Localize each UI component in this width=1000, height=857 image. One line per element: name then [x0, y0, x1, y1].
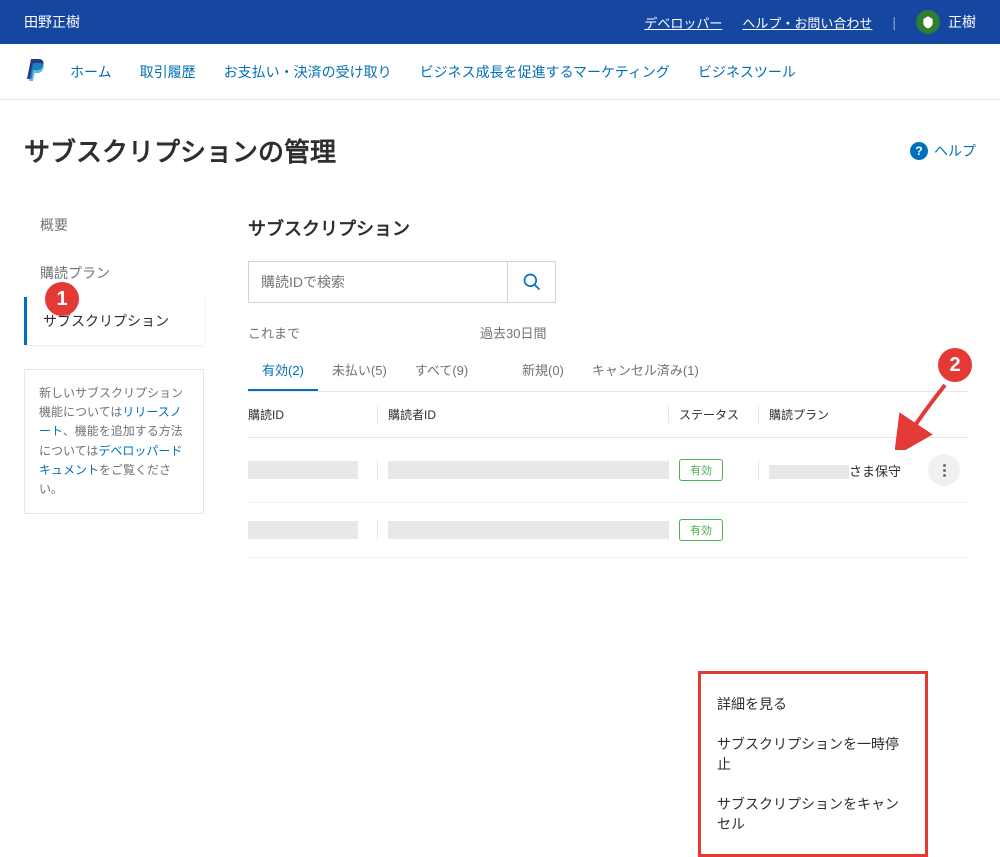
tab-active[interactable]: 有効(2) — [248, 350, 318, 391]
content-layout: 概要 購読プラン サブスクリプション 新しいサブスクリプション機能についてはリリ… — [24, 201, 976, 558]
sidebar-note: 新しいサブスクリプション機能についてはリリースノート、機能を追加する方法について… — [24, 369, 204, 514]
dropdown-menu: 詳細を見る サブスクリプションを一時停止 サブスクリプションをキャンセル — [698, 671, 928, 857]
tab-all[interactable]: すべて(9) — [401, 350, 482, 391]
tabs-container: これまで 過去30日間 有効(2) 未払い(5) すべて(9) 新規(0) キャ… — [228, 323, 988, 392]
nav-tools[interactable]: ビジネスツール — [698, 62, 796, 82]
tabs-group-left: 有効(2) 未払い(5) すべて(9) — [248, 350, 508, 391]
nav-links: ホーム 取引履歴 お支払い・決済の受け取り ビジネス成長を促進するマーケティング… — [70, 62, 796, 82]
divider: | — [892, 14, 896, 30]
nav-home[interactable]: ホーム — [70, 62, 112, 82]
help-icon: ? — [910, 142, 928, 160]
tab-new[interactable]: 新規(0) — [508, 350, 578, 391]
redacted-plan — [769, 465, 849, 479]
redacted-sub-id — [248, 521, 358, 539]
status-badge: 有効 — [679, 459, 723, 481]
status-badge: 有効 — [679, 519, 723, 541]
annotation-badge-2: 2 — [938, 348, 972, 382]
paypal-logo-icon[interactable] — [24, 59, 46, 85]
sidebar-item-overview[interactable]: 概要 — [24, 201, 204, 249]
search-row — [228, 261, 988, 323]
redacted-sub-id — [248, 461, 358, 479]
search-input[interactable] — [248, 261, 508, 303]
main-content: サブスクリプション これまで 過去30日間 有効(2) 未払い(5) すべて( — [228, 201, 988, 558]
col-header-sub-id: 購読ID — [248, 406, 378, 423]
help-contact-link[interactable]: ヘルプ・お問い合わせ — [742, 13, 872, 32]
account-name: 田野正樹 — [24, 12, 80, 32]
redacted-buyer-id — [388, 521, 668, 539]
nav-bar: ホーム 取引履歴 お支払い・決済の受け取り ビジネス成長を促進するマーケティング… — [0, 44, 1000, 100]
dropdown-cancel[interactable]: サブスクリプションをキャンセル — [701, 784, 925, 844]
annotation-badge-1: 1 — [45, 282, 79, 316]
tabs-row: 有効(2) 未払い(5) すべて(9) 新規(0) キャンセル済み(1) — [248, 350, 968, 392]
dropdown-pause[interactable]: サブスクリプションを一時停止 — [701, 724, 925, 784]
tab-unpaid[interactable]: 未払い(5) — [318, 350, 401, 391]
tabs-header-left: これまで — [248, 323, 300, 342]
sidebar: 概要 購読プラン サブスクリプション 新しいサブスクリプション機能についてはリリ… — [24, 201, 204, 558]
tabs-header: これまで 過去30日間 — [248, 323, 968, 350]
nav-payments[interactable]: お支払い・決済の受け取り — [224, 62, 392, 82]
col-header-buyer-id: 購読者ID — [378, 406, 668, 423]
search-icon — [522, 272, 542, 292]
header-right: デベロッパー ヘルプ・お問い合わせ | 正樹 — [644, 10, 976, 34]
nav-transactions[interactable]: 取引履歴 — [140, 62, 196, 82]
search-button[interactable] — [508, 261, 556, 303]
page-container: サブスクリプションの管理 ? ヘルプ 概要 購読プラン サブスクリプション 新し… — [0, 100, 1000, 590]
help-link[interactable]: ? ヘルプ — [910, 141, 976, 161]
table-header: 購読ID 購読者ID ステータス 購読プラン — [248, 392, 968, 438]
tab-cancelled[interactable]: キャンセル済み(1) — [578, 350, 713, 391]
nav-marketing[interactable]: ビジネス成長を促進するマーケティング — [420, 62, 670, 82]
top-header: 田野正樹 デベロッパー ヘルプ・お問い合わせ | 正樹 — [0, 0, 1000, 44]
page-title: サブスクリプションの管理 — [24, 132, 336, 169]
user-badge[interactable]: 正樹 — [916, 10, 976, 34]
table-row[interactable]: 有効 さま保守 — [248, 438, 968, 503]
developer-link[interactable]: デベロッパー — [644, 13, 722, 32]
tabs-group-right: 新規(0) キャンセル済み(1) — [508, 350, 713, 391]
user-avatar-icon — [916, 10, 940, 34]
annotation-arrow — [895, 380, 955, 453]
col-header-status: ステータス — [668, 406, 758, 423]
help-label: ヘルプ — [934, 141, 976, 161]
table: 購読ID 購読者ID ステータス 購読プラン 有効 さま保守 — [228, 392, 988, 558]
more-dots-icon — [943, 464, 946, 477]
tabs-header-right: 過去30日間 — [480, 323, 546, 342]
dropdown-view-details[interactable]: 詳細を見る — [701, 684, 925, 724]
user-name: 正樹 — [948, 12, 976, 32]
page-header: サブスクリプションの管理 ? ヘルプ — [24, 132, 976, 169]
section-title: サブスクリプション — [228, 201, 988, 241]
redacted-buyer-id — [388, 461, 668, 479]
table-row[interactable]: 有効 — [248, 503, 968, 558]
more-actions-button[interactable] — [928, 454, 960, 486]
